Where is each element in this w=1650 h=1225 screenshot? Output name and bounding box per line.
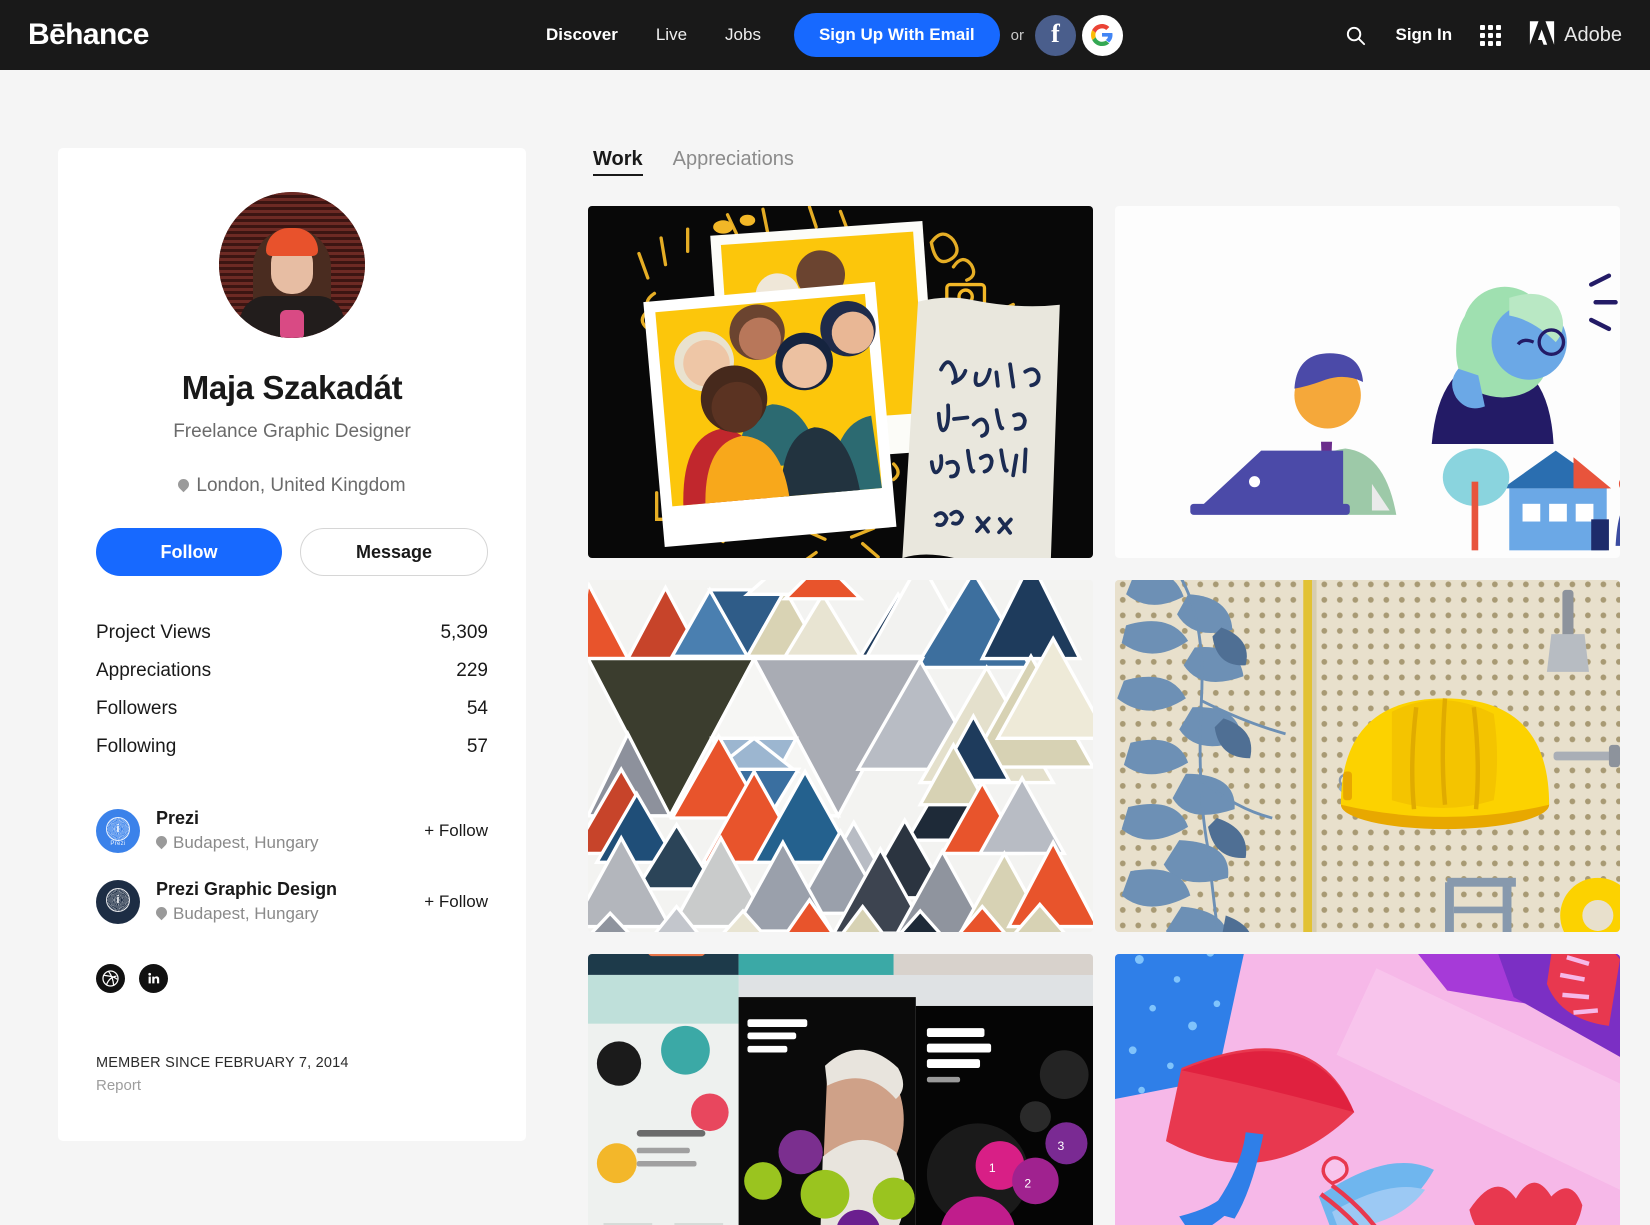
- avatar[interactable]: [219, 192, 365, 338]
- organization-info: Prezi Graphic Design Budapest, Hungary: [156, 879, 408, 924]
- prezi-avatar-label: Prezi: [110, 840, 126, 847]
- content-tabs: Work Appreciations: [588, 148, 1620, 176]
- location-pin-icon: [156, 907, 167, 921]
- prezi-seal-glyph: i: [106, 887, 130, 912]
- profile-location-label: London, United Kingdom: [196, 475, 406, 496]
- apps-grid-icon[interactable]: [1466, 24, 1515, 46]
- project-card-pegboard-hardhat[interactable]: [1115, 580, 1620, 932]
- profile-occupation: Freelance Graphic Designer: [173, 421, 411, 442]
- organization-location: Budapest, Hungary: [156, 904, 408, 924]
- secondary-nav: Sign In Adobe: [1330, 20, 1622, 50]
- organization-name[interactable]: Prezi Graphic Design: [156, 879, 337, 899]
- social-links: [96, 964, 488, 993]
- prezi-logo-icon[interactable]: i Prezi: [96, 808, 140, 853]
- project-card-triangles-wall[interactable]: [588, 580, 1093, 932]
- prezi-graphic-design-logo-icon[interactable]: i: [96, 879, 140, 924]
- nav-item-live[interactable]: Live: [637, 25, 706, 45]
- follow-organization-button[interactable]: + Follow: [424, 821, 488, 841]
- project-card-pink-collage[interactable]: [1115, 954, 1620, 1225]
- project-thumbnail: [1115, 954, 1620, 1225]
- facebook-glyph: f: [1051, 19, 1060, 48]
- sign-in-link[interactable]: Sign In: [1381, 25, 1466, 45]
- tab-work[interactable]: Work: [593, 148, 643, 176]
- organizations-list: i Prezi Prezi Budapest, Hungary + Follow…: [96, 808, 488, 924]
- adobe-logo-icon: [1529, 20, 1555, 50]
- profile-actions: Follow Message: [96, 528, 488, 576]
- profile-location: London, United Kingdom: [96, 475, 488, 497]
- avatar-shirt: [280, 310, 304, 338]
- tab-appreciations[interactable]: Appreciations: [673, 148, 794, 174]
- main-content: Work Appreciations 1 2 3: [588, 148, 1650, 1225]
- or-separator-label: or: [1010, 26, 1024, 44]
- organization-name[interactable]: Prezi: [156, 808, 199, 828]
- project-thumbnail: [1115, 206, 1620, 558]
- location-pin-icon: [156, 836, 167, 850]
- list-item: i Prezi Prezi Budapest, Hungary + Follow: [96, 808, 488, 853]
- project-card-polaroid-memories[interactable]: [588, 206, 1093, 558]
- project-thumbnail: [588, 580, 1093, 932]
- page-title: Maja Szakadát: [181, 369, 403, 406]
- stat-value: 5,309: [440, 622, 488, 643]
- profile-card: Maja Szakadát Freelance Graphic Designer…: [58, 148, 526, 1141]
- organization-location: Budapest, Hungary: [156, 833, 408, 853]
- svg-text:1: 1: [989, 1161, 996, 1175]
- follow-organization-button[interactable]: + Follow: [424, 892, 488, 912]
- google-icon[interactable]: [1081, 14, 1123, 56]
- google-glyph: [1091, 24, 1113, 46]
- project-thumbnail: [1115, 580, 1620, 932]
- profile-stats: Project Views 5,309 Appreciations 229 Fo…: [96, 614, 488, 766]
- linkedin-icon[interactable]: [139, 964, 168, 993]
- stat-following[interactable]: Following 57: [96, 728, 488, 766]
- member-since-label: MEMBER SINCE FEBRUARY 7, 2014: [96, 1055, 349, 1071]
- organization-location-label: Budapest, Hungary: [173, 833, 319, 852]
- stat-label: Appreciations: [96, 660, 212, 681]
- stat-appreciations[interactable]: Appreciations 229: [96, 652, 488, 690]
- dribbble-icon[interactable]: [96, 964, 125, 993]
- sign-up-with-email-button[interactable]: Sign Up With Email: [793, 13, 1000, 57]
- adobe-link[interactable]: Adobe: [1515, 20, 1622, 50]
- nav-item-jobs[interactable]: Jobs: [706, 25, 780, 45]
- nav-item-discover[interactable]: Discover: [527, 25, 637, 45]
- primary-nav: Discover Live Jobs Sign Up With Email or…: [527, 13, 1123, 57]
- stat-value: 54: [466, 698, 488, 719]
- projects-grid: 1 2 3: [588, 206, 1620, 1225]
- stat-label: Project Views: [96, 622, 211, 643]
- list-item: i Prezi Graphic Design Budapest, Hungary…: [96, 879, 488, 924]
- search-icon[interactable]: [1330, 24, 1381, 47]
- stat-label: Followers: [96, 698, 178, 719]
- prezi-seal-glyph: i: [106, 816, 130, 841]
- follow-button[interactable]: Follow: [96, 528, 282, 576]
- location-pin-icon: [178, 479, 189, 493]
- apps-grid-glyph: [1480, 24, 1502, 46]
- message-button[interactable]: Message: [300, 528, 488, 576]
- stat-value: 229: [456, 660, 488, 681]
- adobe-label: Adobe: [1564, 23, 1622, 46]
- svg-text:2: 2: [1024, 1177, 1031, 1191]
- facebook-icon[interactable]: f: [1034, 14, 1076, 56]
- project-card-presentation-slides[interactable]: 1 2 3: [588, 954, 1093, 1225]
- project-card-remote-illustration[interactable]: [1115, 206, 1620, 558]
- stat-label: Following: [96, 736, 177, 757]
- stat-value: 57: [466, 736, 488, 757]
- organization-location-label: Budapest, Hungary: [173, 904, 319, 923]
- project-thumbnail: [588, 206, 1093, 558]
- stat-project-views[interactable]: Project Views 5,309: [96, 614, 488, 652]
- stat-followers[interactable]: Followers 54: [96, 690, 488, 728]
- report-link[interactable]: Report: [96, 1077, 488, 1094]
- organization-info: Prezi Budapest, Hungary: [156, 808, 408, 853]
- behance-logo[interactable]: Bēhance: [28, 20, 149, 50]
- top-navigation-bar: Bēhance Discover Live Jobs Sign Up With …: [0, 0, 1650, 70]
- page-body: Maja Szakadát Freelance Graphic Designer…: [0, 70, 1650, 1225]
- project-thumbnail: 1 2 3: [588, 954, 1093, 1225]
- svg-text:3: 3: [1058, 1139, 1065, 1153]
